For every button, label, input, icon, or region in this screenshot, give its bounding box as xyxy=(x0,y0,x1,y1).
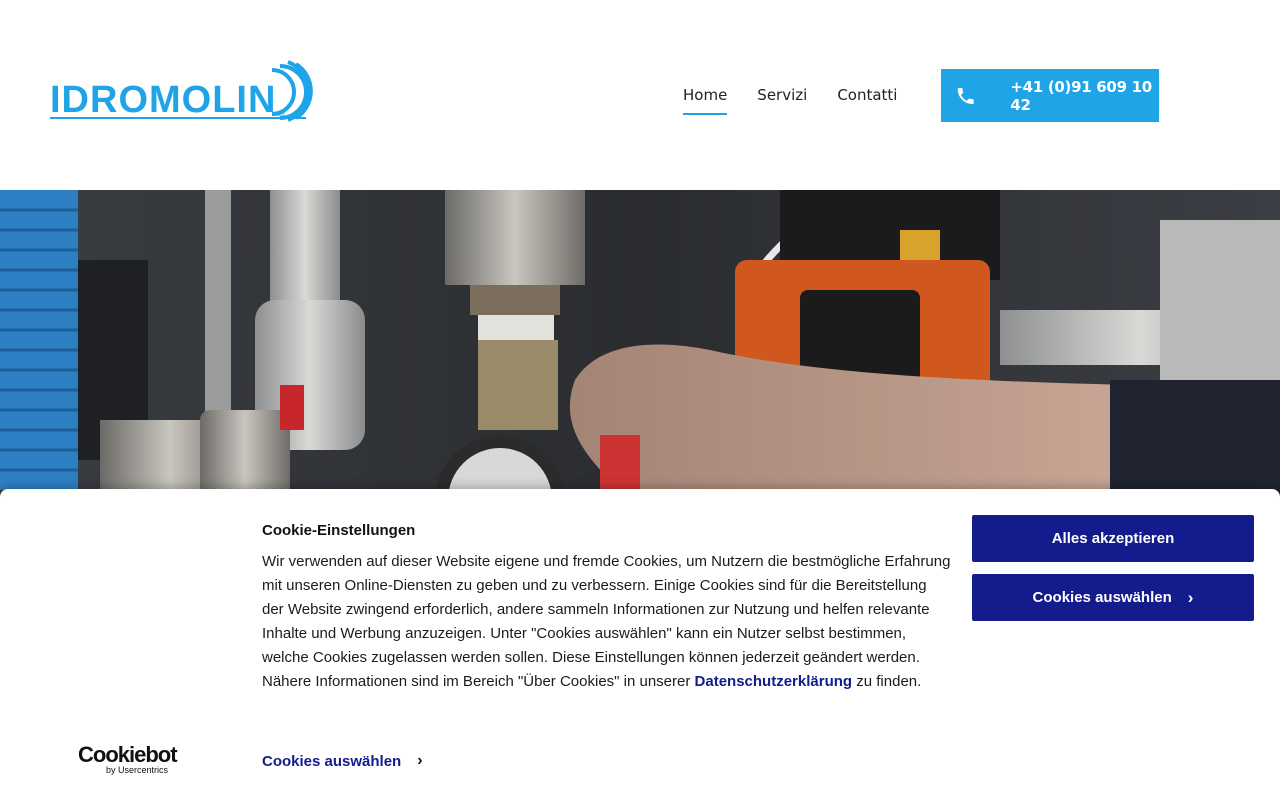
select-cookies-label: Cookies auswählen xyxy=(1032,589,1172,606)
cookie-banner: Cookie-Einstellungen Wir verwenden auf d… xyxy=(0,489,1280,800)
cookie-body-text: Wir verwenden auf dieser Website eigene … xyxy=(262,553,951,690)
cookiebot-name: Cookiebot xyxy=(78,742,178,767)
select-cookies-button[interactable]: Cookies auswählen › xyxy=(972,574,1254,621)
nav-contatti[interactable]: Contatti xyxy=(837,86,897,115)
cookie-title: Cookie-Einstellungen xyxy=(262,522,416,539)
brand-logo[interactable]: IDROMOLIN sagl xyxy=(44,52,330,132)
privacy-policy-link[interactable]: Datenschutzerklärung xyxy=(695,673,853,690)
accept-all-label: Alles akzeptieren xyxy=(1051,530,1175,547)
nav-home[interactable]: Home xyxy=(683,86,728,115)
cookiebot-sub: by Usercentrics xyxy=(106,765,169,775)
chevron-right-icon: › xyxy=(1187,587,1194,607)
phone-icon xyxy=(957,87,974,104)
cookiebot-logo[interactable]: Cookiebot by Usercentrics xyxy=(78,744,182,778)
site-header: IDROMOLIN sagl Home Servizi Contatti +41… xyxy=(0,0,1280,190)
accept-all-button[interactable]: Alles akzeptieren xyxy=(972,515,1254,562)
main-nav: Home Servizi Contatti xyxy=(683,86,897,115)
phone-number: +41 (0)91 609 10 42 xyxy=(1010,77,1152,114)
phone-button[interactable]: +41 (0)91 609 10 42 xyxy=(941,69,1159,122)
svg-text:sagl: sagl xyxy=(274,112,285,118)
cookie-body-end: zu finden. xyxy=(856,673,922,690)
svg-text:IDROMOLIN: IDROMOLIN xyxy=(50,79,276,121)
chevron-right-icon: › xyxy=(417,752,423,769)
select-cookies-link-label: Cookies auswählen xyxy=(262,752,402,770)
select-cookies-link[interactable]: Cookies auswählen › xyxy=(262,752,423,770)
cookie-body: Wir verwenden auf dieser Website eigene … xyxy=(262,550,952,694)
nav-servizi[interactable]: Servizi xyxy=(757,86,807,115)
